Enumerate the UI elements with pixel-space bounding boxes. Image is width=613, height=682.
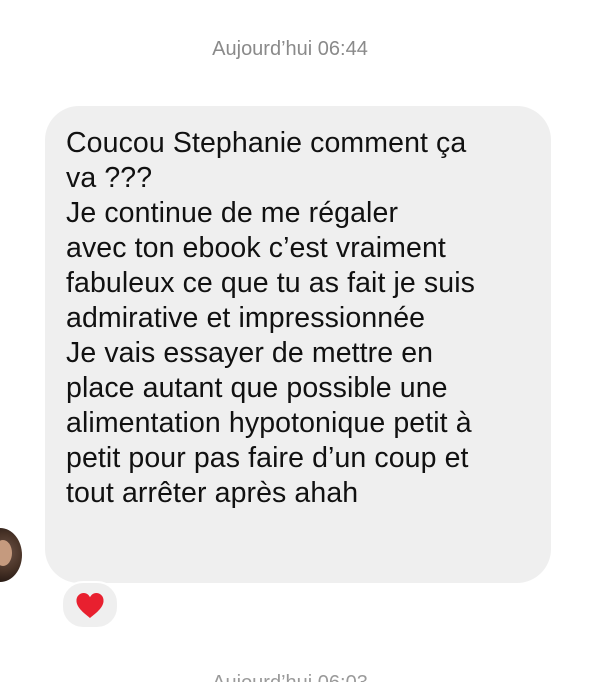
message-timestamp: Aujourd’hui 06:44 [212, 38, 368, 60]
next-timestamp: Aujourd’hui 06:03 [0, 672, 580, 682]
message-line: avec ton ebook c’est vraiment [66, 232, 446, 264]
chat-thread: Aujourd’hui 06:44 Coucou Stephanie comme… [0, 0, 613, 682]
message-line: Coucou Stephanie comment ça [66, 127, 467, 159]
reaction-badge[interactable] [61, 581, 119, 629]
sender-avatar[interactable] [0, 528, 22, 582]
message-line: place autant que possible une [66, 372, 448, 404]
message-line: fabuleux ce que tu as fait je suis [66, 267, 475, 299]
message-text: Coucou Stephanie comment ça va ??? Je co… [66, 126, 533, 511]
message-line: tout arrêter après ahah [66, 477, 359, 509]
message-line: Je vais essayer de mettre en [66, 337, 434, 369]
message-line: Je continue de me régaler [66, 197, 399, 229]
message-bubble[interactable]: Coucou Stephanie comment ça va ??? Je co… [45, 106, 551, 583]
message-line: va ??? [66, 162, 153, 194]
message-line: alimentation hypotonique petit à [66, 407, 472, 439]
message-line: admirative et impressionnée [66, 302, 426, 334]
heart-icon [76, 592, 104, 618]
avatar-face [0, 540, 12, 566]
message-line: petit pour pas faire d’un coup et [66, 442, 469, 474]
